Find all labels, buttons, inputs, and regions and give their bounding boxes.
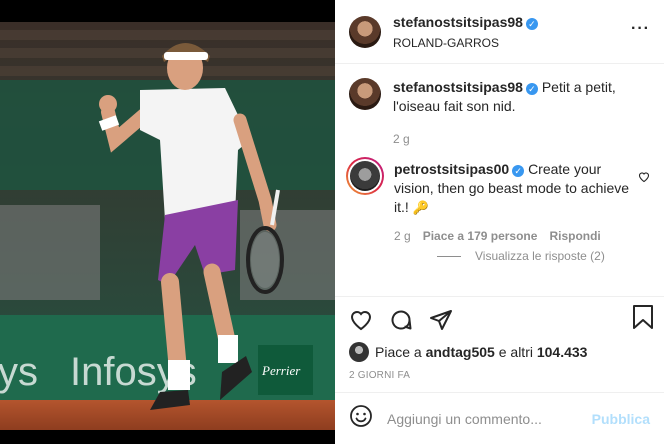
verified-badge-icon: ✓ (512, 165, 525, 177)
author-avatar[interactable] (349, 15, 381, 48)
comment-time[interactable]: 2 g (394, 229, 411, 243)
caption: stefanostsitsipas98 ✓ Petit a petit, l'oi… (349, 78, 650, 146)
action-bar (335, 296, 664, 336)
caption-username[interactable]: stefanostsitsipas98 (393, 79, 523, 95)
add-comment-bar: Pubblica (335, 392, 664, 444)
key-emoji: 🔑 (412, 200, 429, 215)
comment-body: petrostsitsipas00 ✓ Create your vision, t… (394, 160, 644, 217)
comment-bubble-icon[interactable] (387, 306, 415, 334)
post-photo[interactable]: ys Infosys Perrier (0, 0, 335, 444)
commenter-avatar[interactable] (346, 157, 384, 195)
post-header: stefanostsitsipas98 ✓ ROLAND-GARROS ··· (335, 0, 664, 64)
author-meta: stefanostsitsipas98 ✓ ROLAND-GARROS (393, 14, 538, 50)
likes-summary: Piace a andtag505 e altri 104.433 (335, 336, 664, 364)
post-comment-button[interactable]: Pubblica (592, 411, 650, 427)
liker-username[interactable]: andtag505 (426, 344, 495, 360)
author-username[interactable]: stefanostsitsipas98 (393, 14, 523, 30)
comment-username[interactable]: petrostsitsipas00 (394, 161, 509, 177)
like-heart-icon[interactable] (347, 306, 375, 334)
liker-avatar[interactable] (349, 342, 369, 362)
post-details-panel: stefanostsitsipas98 ✓ ROLAND-GARROS ··· s… (335, 0, 664, 444)
comment-item: petrostsitsipas00 ✓ Create your vision, t… (346, 157, 650, 243)
verified-badge-icon: ✓ (525, 17, 538, 30)
verified-badge-icon: ✓ (525, 83, 538, 95)
likes-suffix: e altri (498, 344, 533, 360)
sponsor-logo: Perrier (261, 363, 301, 378)
post-date[interactable]: 2 GIORNI FA (335, 364, 664, 392)
view-replies-link[interactable]: Visualizza le risposte (2) (437, 249, 650, 263)
reply-button[interactable]: Rispondi (549, 229, 600, 243)
comment-input[interactable] (387, 410, 592, 427)
caption-body: stefanostsitsipas98 ✓ Petit a petit, l'oi… (393, 78, 643, 116)
emoji-smiley-icon[interactable] (349, 404, 373, 433)
comments-section[interactable]: stefanostsitsipas98 ✓ Petit a petit, l'oi… (335, 64, 664, 296)
likes-count[interactable]: 104.433 (537, 344, 588, 360)
banner-text-left: ys (0, 350, 38, 394)
comment-likes-link[interactable]: Piace a 179 persone (423, 229, 538, 243)
share-paper-plane-icon[interactable] (427, 306, 455, 334)
caption-avatar[interactable] (349, 78, 381, 110)
location-link[interactable]: ROLAND-GARROS (393, 36, 538, 50)
likes-prefix: Piace a (375, 344, 422, 360)
tennis-player-image: ys Infosys Perrier (0, 0, 335, 444)
more-options-icon[interactable]: ··· (631, 21, 650, 37)
save-bookmark-icon[interactable] (632, 305, 654, 334)
comment-like-heart-icon[interactable] (638, 170, 650, 188)
caption-time[interactable]: 2 g (393, 132, 410, 146)
